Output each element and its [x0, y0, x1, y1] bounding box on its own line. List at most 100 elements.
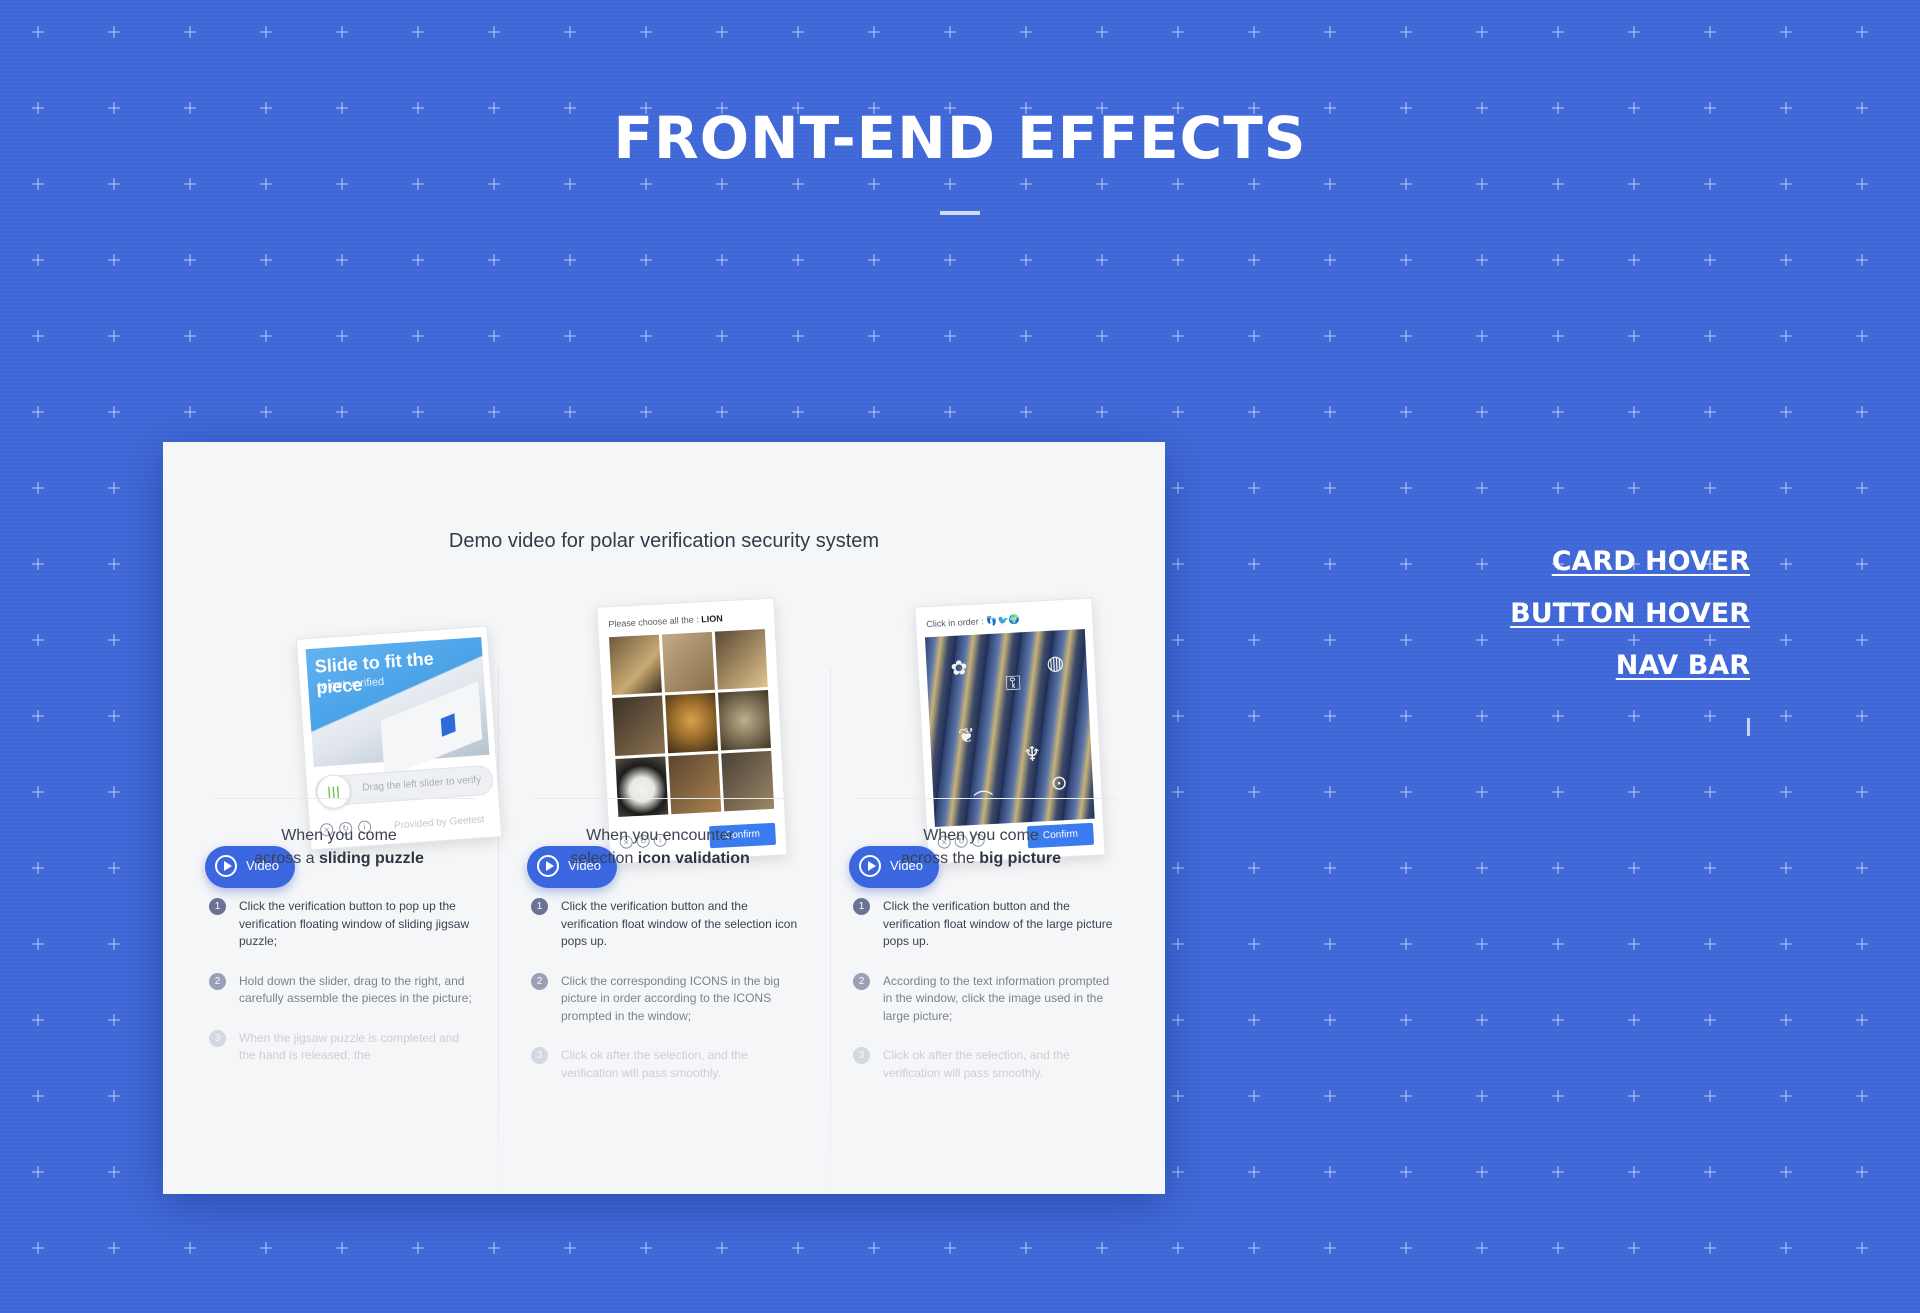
plus-mark	[1400, 254, 1412, 266]
plus-mark	[1476, 862, 1488, 874]
step-number: 2	[853, 972, 870, 990]
step-number: 1	[209, 898, 226, 915]
plus-mark	[1628, 178, 1640, 190]
plus-mark	[716, 1242, 728, 1254]
plus-mark	[1704, 786, 1716, 798]
plus-mark	[260, 406, 272, 418]
demo-video-card[interactable]: Demo video for polar verification securi…	[163, 442, 1165, 1194]
plus-mark	[716, 26, 728, 38]
step-number: 2	[209, 972, 226, 990]
slider-handle-icon[interactable]: |||	[315, 773, 352, 810]
column-title: When you encounter selection icon valida…	[510, 824, 810, 870]
image-tile[interactable]	[721, 750, 775, 812]
image-tile[interactable]	[668, 753, 722, 815]
plus-mark	[1856, 1166, 1868, 1178]
plus-mark	[1856, 254, 1868, 266]
plus-mark	[1856, 634, 1868, 646]
plus-mark	[1780, 634, 1792, 646]
order-prompt-text: Click in order :	[926, 616, 984, 630]
plus-mark	[1248, 178, 1260, 190]
plus-mark	[1248, 862, 1260, 874]
plus-mark	[1324, 254, 1336, 266]
plus-mark	[184, 254, 196, 266]
plus-mark	[1628, 1242, 1640, 1254]
plus-mark	[1020, 406, 1032, 418]
plus-mark	[1096, 406, 1108, 418]
plus-mark	[32, 178, 44, 190]
plus-mark	[1628, 26, 1640, 38]
plus-mark	[1096, 26, 1108, 38]
plus-mark	[1020, 330, 1032, 342]
steps-list: 1 Click the verification button to pop up…	[209, 898, 477, 1087]
step-number: 3	[209, 1029, 226, 1047]
plus-mark	[1704, 330, 1716, 342]
image-tile[interactable]	[718, 689, 771, 751]
image-tile[interactable]	[608, 634, 662, 696]
plus-mark	[108, 482, 120, 494]
plus-mark	[1172, 406, 1184, 418]
plus-mark	[868, 178, 880, 190]
plus-mark	[1172, 558, 1184, 570]
plus-mark	[1096, 330, 1108, 342]
icon-prompt-target: LION	[700, 613, 723, 625]
nav-link-button-hover[interactable]: BUTTON HOVER	[1510, 595, 1750, 633]
plus-mark	[1172, 1014, 1184, 1026]
image-tile[interactable]	[612, 695, 666, 757]
plus-mark	[108, 178, 120, 190]
plus-mark	[336, 406, 348, 418]
plus-mark	[1096, 254, 1108, 266]
plus-mark	[1476, 406, 1488, 418]
plus-mark	[1324, 26, 1336, 38]
plus-mark	[1248, 558, 1260, 570]
nav-link-nav-bar[interactable]: NAV BAR	[1510, 647, 1750, 685]
plus-mark	[640, 330, 652, 342]
plus-mark	[1476, 1014, 1488, 1026]
plus-mark	[32, 634, 44, 646]
plus-mark	[1400, 786, 1412, 798]
plus-mark	[1704, 1166, 1716, 1178]
image-tile[interactable]	[615, 756, 669, 817]
globe-icon: ◍	[1045, 650, 1065, 675]
plus-mark	[1248, 254, 1260, 266]
plus-mark	[1552, 26, 1564, 38]
plus-mark	[1020, 1242, 1032, 1254]
plus-mark	[412, 330, 424, 342]
column-title-bold: sliding puzzle	[319, 850, 424, 867]
plus-mark	[32, 1014, 44, 1026]
plus-mark	[1780, 330, 1792, 342]
plus-mark	[32, 786, 44, 798]
order-icons: 👣🐦🌍	[985, 614, 1021, 627]
plus-mark	[260, 178, 272, 190]
column-title-line2: across the	[900, 850, 980, 867]
plus-mark	[1476, 1166, 1488, 1178]
plus-mark	[412, 26, 424, 38]
plus-mark	[1856, 558, 1868, 570]
verify-slider[interactable]: ||| Drag the left slider to verify	[314, 764, 495, 810]
plus-mark	[1856, 26, 1868, 38]
plus-mark	[336, 254, 348, 266]
image-tile[interactable]	[714, 629, 768, 690]
plus-mark	[1628, 1166, 1640, 1178]
plus-mark	[1400, 1166, 1412, 1178]
plus-mark	[1172, 1090, 1184, 1102]
plus-mark	[1780, 862, 1792, 874]
column-title-line1: When you come	[923, 827, 1039, 844]
plus-mark	[1400, 938, 1412, 950]
key-icon: ⚿	[1004, 670, 1022, 696]
plus-mark	[1780, 1014, 1792, 1026]
plus-mark	[1476, 330, 1488, 342]
plus-mark	[944, 330, 956, 342]
plus-mark	[1628, 482, 1640, 494]
plus-mark	[1476, 1242, 1488, 1254]
plus-mark	[792, 330, 804, 342]
plus-mark	[564, 178, 576, 190]
image-tile[interactable]	[661, 631, 715, 693]
plus-mark	[1400, 482, 1412, 494]
plus-mark	[1248, 786, 1260, 798]
plus-mark	[1248, 710, 1260, 722]
plus-mark	[32, 26, 44, 38]
plus-mark	[1172, 330, 1184, 342]
page-title: FRONT-END EFFECTS	[613, 104, 1307, 172]
nav-link-card-hover[interactable]: CARD HOVER	[1510, 543, 1750, 581]
image-tile[interactable]	[665, 692, 719, 754]
